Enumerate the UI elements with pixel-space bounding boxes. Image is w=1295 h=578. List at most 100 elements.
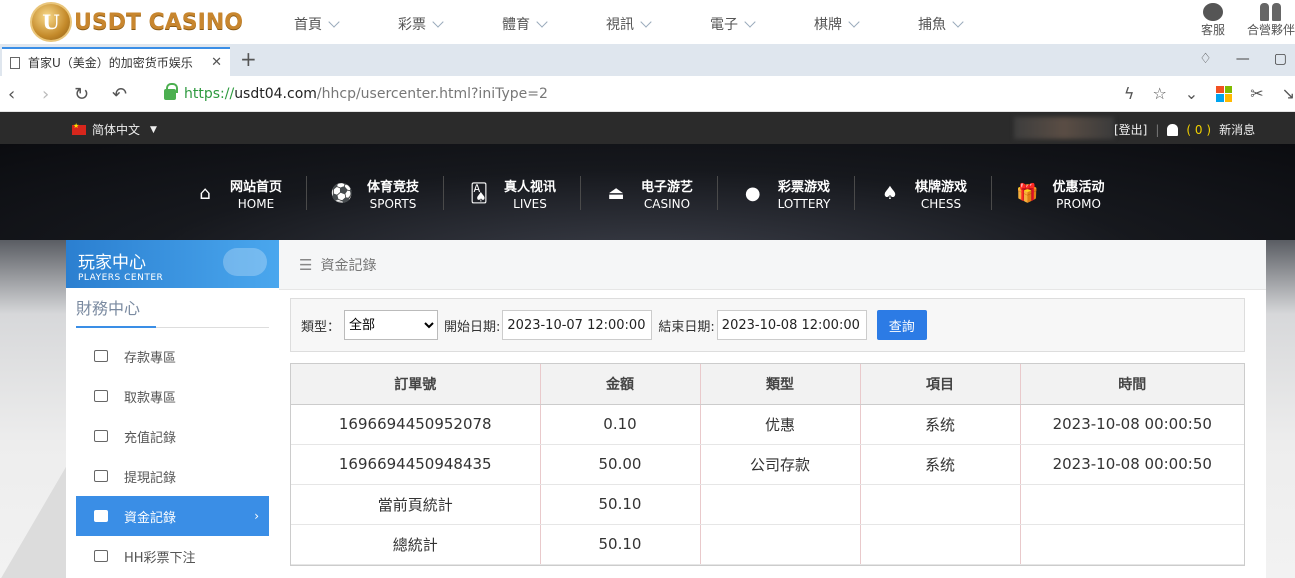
chevron-down-icon bbox=[432, 16, 444, 28]
url-field[interactable]: https:// usdt04.com /hhcp/usercenter.htm… bbox=[150, 80, 1190, 108]
site-nav-label: 視訊 bbox=[606, 17, 634, 33]
site-nav-slots[interactable]: 電子 bbox=[686, 14, 790, 34]
maximize-icon[interactable]: ▢ bbox=[1274, 51, 1287, 67]
divider: | bbox=[1155, 122, 1160, 137]
cell-item: 系统 bbox=[860, 444, 1021, 485]
browser-tab[interactable]: 首家U（美金）的加密货币娱乐 ✕ bbox=[2, 47, 230, 76]
sidebar-item-withdraw[interactable]: 取款專區 bbox=[76, 376, 269, 416]
chevron-down-icon bbox=[328, 16, 340, 28]
lock-icon bbox=[164, 82, 178, 100]
sidebar-item-hh-lottery-bets[interactable]: HH彩票下注 bbox=[76, 536, 269, 576]
chevron-down-icon bbox=[536, 16, 548, 28]
partner-link[interactable]: 合營夥伴 bbox=[1247, 3, 1295, 38]
site-nav: 首頁 彩票 體育 視訊 電子 棋牌 捕魚 bbox=[270, 14, 998, 34]
end-date-input[interactable] bbox=[716, 310, 867, 340]
site-nav-label: 電子 bbox=[710, 17, 738, 33]
sidebar-item-fund-records[interactable]: 資金記錄 › bbox=[76, 496, 269, 536]
main-nav-lottery[interactable]: ● 彩票游戏 LOTTERY bbox=[718, 176, 855, 211]
type-label: 類型： bbox=[301, 319, 341, 335]
site-nav-home[interactable]: 首頁 bbox=[270, 14, 374, 34]
start-date-label: 開始日期: bbox=[444, 319, 501, 335]
cell-type: 公司存款 bbox=[700, 444, 861, 485]
minimize-icon[interactable]: — bbox=[1236, 51, 1250, 67]
table-row-page-total: 當前頁統計 50.10 bbox=[291, 484, 1244, 525]
main-nav-label: 电子游艺 bbox=[640, 179, 693, 195]
fund-records-table: 訂單號 金額 類型 項目 時間 1696694450952078 0.10 优惠… bbox=[290, 363, 1245, 566]
col-header-item: 項目 bbox=[860, 364, 1021, 405]
site-nav-chess[interactable]: 棋牌 bbox=[790, 14, 894, 34]
apps-icon[interactable] bbox=[1216, 85, 1233, 102]
document-icon bbox=[10, 56, 20, 69]
caret-down-icon: ▼ bbox=[150, 124, 157, 135]
site-nav-label: 捕魚 bbox=[918, 17, 946, 33]
main-nav-home[interactable]: ⌂ 网站首页 HOME bbox=[170, 176, 307, 211]
message-label[interactable]: 新消息 bbox=[1219, 121, 1255, 138]
cell-time: 2023-10-08 00:00:50 bbox=[1020, 404, 1244, 445]
star-icon[interactable]: ☆ bbox=[1152, 84, 1166, 103]
cell-amount: 50.10 bbox=[540, 484, 701, 525]
url-path: /hhcp/usercenter.html?iniType=2 bbox=[316, 86, 548, 102]
language-selector[interactable]: 简体中文 ▼ bbox=[72, 121, 157, 138]
withdraw-icon bbox=[94, 390, 108, 402]
main-nav-promo[interactable]: 🎁 优惠活动 PROMO bbox=[992, 176, 1129, 211]
message-count[interactable]: ( 0 ) bbox=[1186, 123, 1211, 137]
site-logo[interactable]: U USDT CASINO bbox=[30, 2, 243, 42]
cell-empty bbox=[860, 524, 1021, 565]
sidebar-header: 玩家中心 PLAYERS CENTER bbox=[66, 240, 279, 288]
wallet-icon bbox=[94, 510, 108, 522]
customer-service-link[interactable]: 客服 bbox=[1201, 3, 1225, 38]
cell-type: 优惠 bbox=[700, 404, 861, 445]
lightning-icon[interactable]: ϟ bbox=[1124, 84, 1135, 103]
window-controls: ♢ — ▢ bbox=[1199, 51, 1287, 67]
type-select[interactable]: 全部 bbox=[344, 310, 439, 340]
browser-tab-bar: 首家U（美金）的加密货币娱乐 ✕ + ♢ — ▢ bbox=[0, 44, 1295, 76]
table-header-row: 訂單號 金額 類型 項目 時間 bbox=[291, 364, 1244, 405]
query-button[interactable]: 查詢 bbox=[876, 310, 927, 340]
main-nav-label: 棋牌游戏 bbox=[914, 179, 967, 195]
cell-label: 總統計 bbox=[291, 524, 541, 565]
logout-link[interactable]: [登出] bbox=[1114, 121, 1147, 138]
reload-icon[interactable]: ↻ bbox=[74, 84, 89, 105]
undo-icon[interactable]: ↶ bbox=[112, 84, 127, 105]
sidebar-item-withdraw-records[interactable]: 提現記錄 bbox=[76, 456, 269, 496]
soccer-ball-icon: ⚽ bbox=[330, 182, 354, 204]
forward-icon[interactable]: › bbox=[42, 84, 49, 105]
site-nav-label: 棋牌 bbox=[814, 17, 842, 33]
sidebar-item-recharge-records[interactable]: 充值記錄 bbox=[76, 416, 269, 456]
table-row: 1696694450952078 0.10 优惠 系统 2023-10-08 0… bbox=[291, 404, 1244, 445]
gamepad-icon bbox=[223, 248, 267, 276]
col-header-amount: 金額 bbox=[540, 364, 701, 405]
main-nav-sublabel: LIVES bbox=[513, 196, 547, 211]
cell-order-no: 1696694450948435 bbox=[291, 444, 541, 485]
col-header-type: 類型 bbox=[700, 364, 861, 405]
site-nav-sports[interactable]: 體育 bbox=[478, 14, 582, 34]
site-nav-live[interactable]: 視訊 bbox=[582, 14, 686, 34]
fund-records-panel: ☰ 資金記錄 類型： 全部 開始日期: 結束日期: 查詢 訂單號 金額 類型 項… bbox=[279, 240, 1266, 578]
chevron-down-icon bbox=[848, 16, 860, 28]
chevron-down-icon[interactable]: ⌄ bbox=[1185, 84, 1198, 103]
download-icon[interactable]: ↘ bbox=[1282, 84, 1295, 103]
language-label: 简体中文 bbox=[92, 123, 141, 137]
close-tab-icon[interactable]: ✕ bbox=[211, 55, 222, 70]
main-nav-sports[interactable]: ⚽ 体育竞技 SPORTS bbox=[307, 176, 444, 211]
table-row-grand-total: 總統計 50.10 bbox=[291, 524, 1244, 565]
main-nav-chess[interactable]: ♠ 棋牌游戏 CHESS bbox=[855, 176, 992, 211]
start-date-input[interactable] bbox=[502, 310, 653, 340]
chevron-down-icon bbox=[744, 16, 756, 28]
shirt-icon[interactable]: ♢ bbox=[1199, 51, 1212, 67]
site-nav-fishing[interactable]: 捕魚 bbox=[894, 14, 998, 34]
panel-header: ☰ 資金記錄 bbox=[279, 240, 1266, 290]
site-header: U USDT CASINO 首頁 彩票 體育 視訊 電子 棋牌 捕魚 客服 合營… bbox=[0, 0, 1295, 44]
new-tab-button[interactable]: + bbox=[240, 49, 257, 69]
page-title: 資金記錄 bbox=[320, 257, 377, 274]
scissors-icon[interactable]: ✂ bbox=[1250, 84, 1263, 103]
bell-icon[interactable] bbox=[1167, 123, 1179, 136]
site-nav-label: 體育 bbox=[502, 17, 530, 33]
main-nav-casino[interactable]: ⏏ 电子游艺 CASINO bbox=[581, 176, 718, 211]
site-nav-lottery[interactable]: 彩票 bbox=[374, 14, 478, 34]
back-icon[interactable]: ‹ bbox=[8, 84, 15, 105]
main-nav-lives[interactable]: 🂡 真人视讯 LIVES bbox=[444, 176, 581, 211]
sidebar-item-deposit[interactable]: 存款專區 bbox=[76, 336, 269, 376]
utility-bar: 简体中文 ▼ [登出] | ( 0 ) 新消息 bbox=[0, 112, 1295, 144]
url-scheme: https:// bbox=[184, 86, 235, 102]
